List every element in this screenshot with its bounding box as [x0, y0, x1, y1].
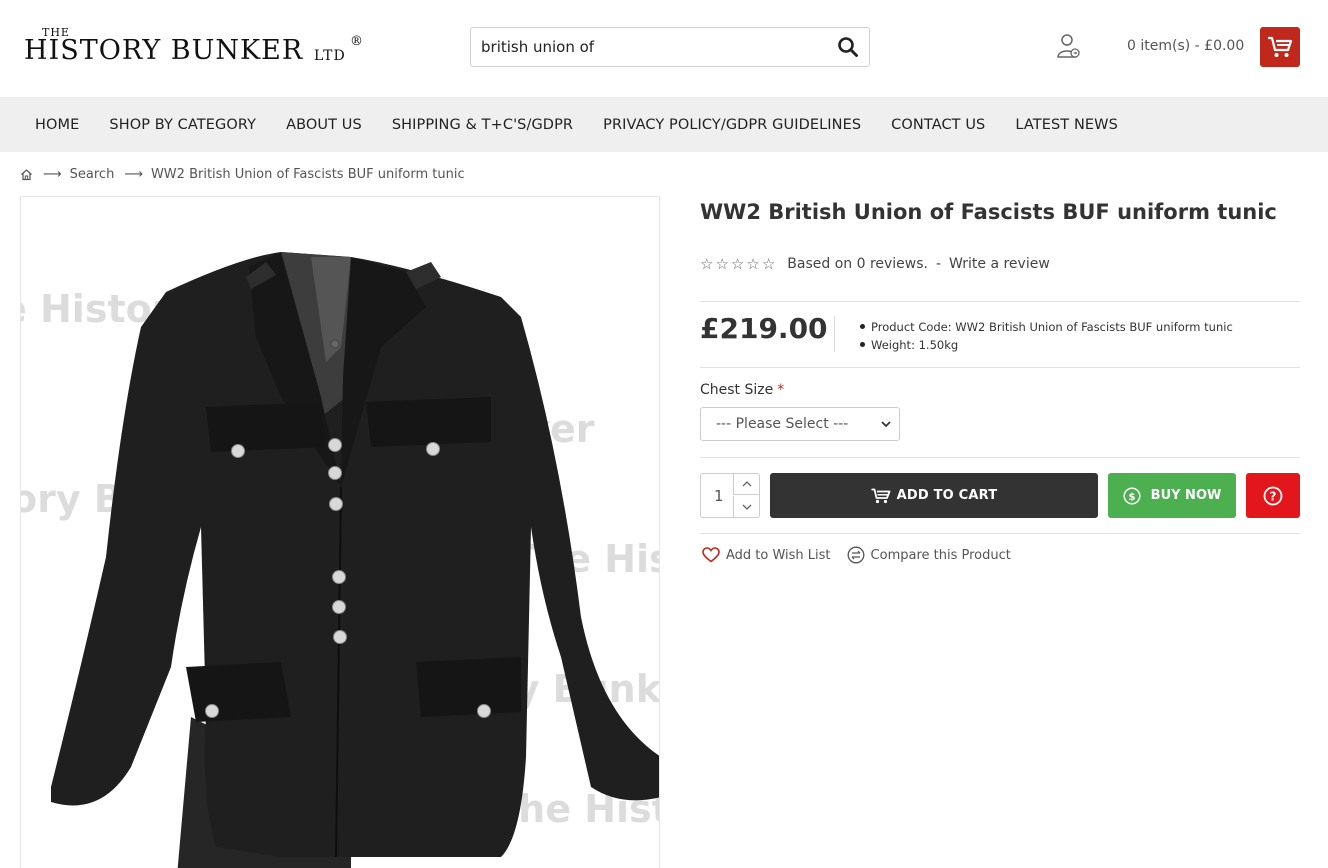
site-logo[interactable]: THE HISTORY BUNKER LTD ®: [24, 26, 369, 70]
chevron-down-icon: [742, 504, 752, 510]
chevron-up-icon: [742, 481, 752, 487]
chest-size-selected: --- Please Select ---: [716, 416, 849, 432]
price-divider: [834, 316, 835, 352]
compare-product-link[interactable]: Compare this Product: [847, 546, 1011, 564]
product-price: £219.00: [700, 312, 828, 345]
product-code: Product Code: WW2 British Union of Fasci…: [860, 318, 1233, 336]
search-button[interactable]: [837, 36, 861, 60]
product-code-label: Product Code:: [871, 320, 952, 334]
product-title: WW2 British Union of Fascists BUF unifor…: [700, 200, 1277, 224]
product-actions: Add to Wish List Compare this Product: [702, 546, 1027, 564]
chest-size-label-text: Chest Size: [700, 382, 774, 398]
svg-text:$: $: [1128, 492, 1135, 503]
add-to-cart-label: ADD TO CART: [896, 488, 998, 503]
divider: [700, 301, 1300, 302]
divider: [700, 457, 1300, 458]
buy-now-label: BUY NOW: [1150, 488, 1222, 503]
rating-stars: ☆ ☆ ☆ ☆ ☆: [700, 255, 777, 273]
add-to-cart-button[interactable]: ADD TO CART: [770, 473, 1098, 518]
quantity-stepper: 1: [700, 473, 760, 518]
product-weight: Weight: 1.50kg: [860, 336, 1233, 354]
star-empty-icon: ☆: [730, 255, 745, 273]
logo-main: HISTORY BUNKER: [24, 35, 304, 66]
cart-button[interactable]: [1260, 27, 1300, 67]
nav-item-latest-news[interactable]: LATEST NEWS: [1015, 117, 1118, 133]
chest-size-select[interactable]: --- Please Select ---: [700, 407, 900, 441]
search-input[interactable]: [481, 35, 821, 59]
cart-icon: [1268, 36, 1293, 57]
breadcrumb-arrow-icon: ⟶: [43, 166, 62, 182]
nav-item-about-us[interactable]: ABOUT US: [286, 117, 362, 133]
breadcrumb-item-search[interactable]: Search: [70, 167, 115, 182]
search-icon: [838, 37, 858, 57]
bullet-icon: [860, 342, 865, 347]
rating-separator: -: [935, 256, 942, 272]
nav-item-privacy-policy[interactable]: PRIVACY POLICY/GDPR GUIDELINES: [603, 117, 861, 133]
user-icon: [1057, 34, 1080, 58]
breadcrumb-item-product[interactable]: WW2 British Union of Fascists BUF unifor…: [151, 167, 465, 182]
required-marker: *: [777, 382, 785, 398]
quantity-decrease-button[interactable]: [733, 496, 760, 517]
divider: [700, 367, 1300, 368]
home-icon[interactable]: [20, 168, 33, 181]
star-empty-icon: ☆: [700, 255, 714, 273]
product-question-button[interactable]: ?: [1246, 473, 1300, 518]
tunic-illustration: e History Bunker © The History Bunker or…: [21, 252, 659, 868]
product-rating: ☆ ☆ ☆ ☆ ☆ Based on 0 reviews. - Write a …: [700, 255, 1050, 273]
dollar-circle-icon: $: [1123, 486, 1141, 505]
divider: [700, 533, 1300, 534]
logo-registered: ®: [350, 34, 363, 49]
nav-item-home[interactable]: HOME: [35, 117, 79, 133]
cart-icon: [871, 488, 891, 503]
bullet-icon: [860, 324, 865, 329]
product-meta: Product Code: WW2 British Union of Fasci…: [860, 318, 1233, 354]
cart-total[interactable]: 0 item(s) - £0.00: [1127, 38, 1244, 54]
nav-item-shop-by-category[interactable]: SHOP BY CATEGORY: [109, 117, 256, 133]
add-to-wishlist-link[interactable]: Add to Wish List: [702, 547, 831, 563]
star-empty-icon: ☆: [715, 255, 729, 273]
add-to-wishlist-label: Add to Wish List: [726, 547, 831, 563]
logo-ltd: LTD: [314, 48, 346, 64]
breadcrumb: ⟶ Search ⟶ WW2 British Union of Fascists…: [20, 165, 465, 183]
quantity-increase-button[interactable]: [733, 474, 760, 495]
chest-size-label: Chest Size *: [700, 382, 784, 398]
nav-item-shipping[interactable]: SHIPPING & T+C'S/GDPR: [392, 117, 573, 133]
star-empty-icon: ☆: [761, 255, 776, 273]
nav-item-contact-us[interactable]: CONTACT US: [891, 117, 985, 133]
account-button[interactable]: [1055, 32, 1083, 60]
write-review-link[interactable]: Write a review: [949, 256, 1050, 272]
buy-now-button[interactable]: $ BUY NOW: [1108, 473, 1236, 518]
compare-product-label: Compare this Product: [870, 547, 1011, 563]
star-empty-icon: ☆: [746, 255, 760, 273]
breadcrumb-arrow-icon: ⟶: [124, 166, 143, 182]
main-nav: HOME SHOP BY CATEGORY ABOUT US SHIPPING …: [0, 97, 1328, 152]
search-box: [470, 27, 870, 67]
quantity-input[interactable]: 1: [714, 487, 724, 505]
question-circle-icon: ?: [1263, 486, 1283, 505]
heart-icon: [702, 547, 720, 563]
product-weight-value: 1.50kg: [918, 338, 959, 352]
svg-text:?: ?: [1270, 489, 1277, 503]
reviews-count[interactable]: Based on 0 reviews.: [787, 256, 928, 272]
product-image[interactable]: e History Bunker © The History Bunker or…: [20, 196, 660, 868]
compare-icon: [847, 546, 864, 564]
chevron-down-icon: [881, 421, 891, 428]
site-header: THE HISTORY BUNKER LTD ® 0 item(s) - £0.…: [0, 0, 1328, 97]
product-code-value: WW2 British Union of Fascists BUF unifor…: [955, 320, 1233, 334]
product-weight-label: Weight:: [871, 338, 915, 352]
